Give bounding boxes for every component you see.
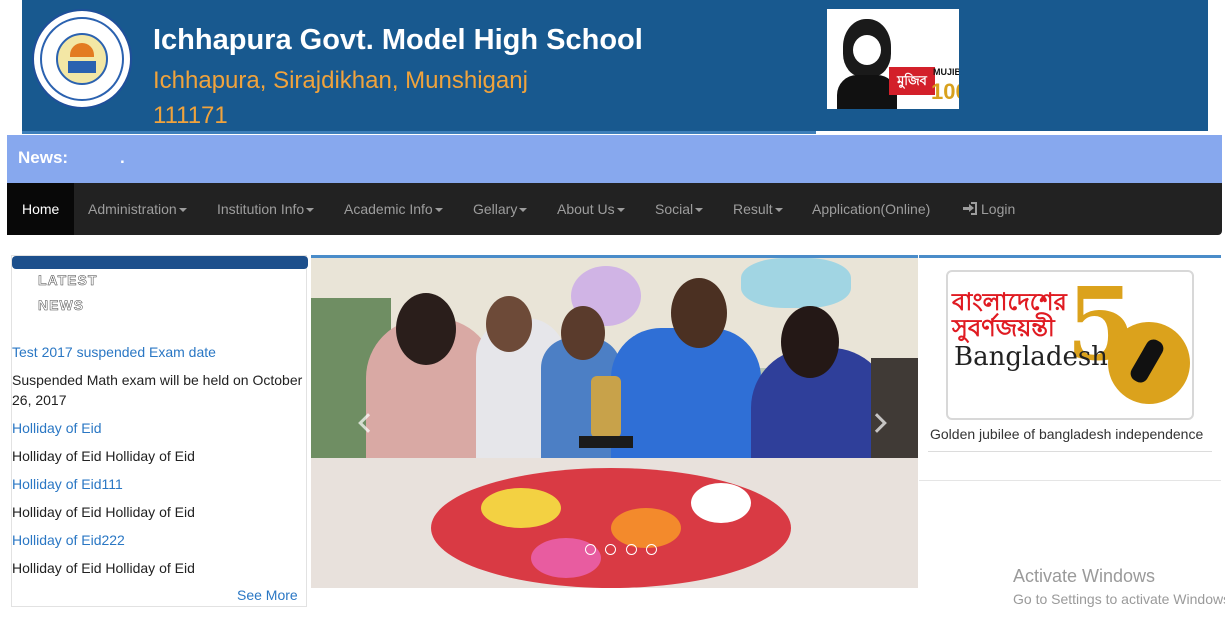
news-item-description: Suspended Math exam will be held on Octo… [12, 372, 303, 408]
nav-login-label: Login [981, 201, 1016, 217]
mujib-100-badge: মুজিব MUJIB 100 [827, 9, 959, 109]
photo-person-head [671, 278, 727, 348]
school-logo[interactable] [32, 9, 132, 109]
photo-flowers [481, 488, 561, 528]
photo-person-head [486, 296, 532, 352]
news-ticker-bar: News: . [7, 135, 1222, 183]
nav-application-online-label: Application(Online) [812, 201, 931, 217]
chevron-down-icon [616, 208, 625, 213]
news-item-description: Holliday of Eid Holliday of Eid [12, 448, 195, 464]
nav-result[interactable]: Result [733, 183, 783, 235]
chevron-down-icon [695, 208, 704, 213]
news-ticker-text[interactable]: . [120, 148, 125, 168]
nav-gellary[interactable]: Gellary [473, 183, 528, 235]
nav-application-online[interactable]: Application(Online) [812, 183, 930, 235]
news-item-title[interactable]: Test 2017 suspended Exam date [12, 342, 308, 362]
logo-sun-icon [70, 43, 94, 57]
nav-administration[interactable]: Administration [88, 183, 187, 235]
portrait-highlight [853, 35, 881, 65]
nav-administration-label: Administration [88, 201, 177, 217]
jubilee-bangla-text: বাংলাদেশের সুবর্ণজয়ন্তী [952, 290, 1067, 342]
nav-gellary-label: Gellary [473, 201, 518, 217]
nav-academic-info[interactable]: Academic Info [344, 183, 443, 235]
nav-social-label: Social [655, 201, 694, 217]
news-item-title[interactable]: Holliday of Eid [12, 418, 308, 438]
mujib-bangla-label: মুজিব [889, 67, 935, 95]
photo-balloons [741, 258, 851, 308]
chevron-down-icon [519, 208, 528, 213]
photo-person-head [396, 293, 456, 365]
jubilee-bangla-line2: সুবর্ণজয়ন্তী [952, 315, 1055, 342]
nav-home-label: Home [22, 201, 60, 217]
carousel-dot[interactable] [646, 544, 658, 555]
photo-trophy-base [579, 436, 633, 448]
jubilee-divider [928, 451, 1212, 452]
news-item-title[interactable]: Holliday of Eid222 [12, 530, 308, 550]
photo-person-head [781, 306, 839, 378]
activate-windows-subtitle: Go to Settings to activate Windows. [1013, 591, 1225, 607]
mujib-number: 100 [931, 79, 959, 104]
news-item-description: Holliday of Eid Holliday of Eid [12, 560, 195, 576]
nav-result-label: Result [733, 201, 773, 217]
carousel-indicators [585, 542, 662, 555]
nav-about-us[interactable]: About Us [557, 183, 625, 235]
jubilee-caption: Golden jubilee of bangladesh independenc… [930, 426, 1204, 442]
carousel-dot[interactable] [625, 544, 637, 555]
jubilee-panel: 5 বাংলাদেশের সুবর্ণজয়ন্তী Bangladesh Gol… [919, 255, 1221, 481]
school-address: Ichhapura, Sirajdikhan, Munshiganj [153, 67, 528, 94]
school-eiin: 111171 [153, 102, 228, 129]
photo-trophy [591, 376, 621, 438]
golden-jubilee-image[interactable]: 5 বাংলাদেশের সুবর্ণজয়ন্তী Bangladesh [946, 270, 1194, 420]
login-icon [963, 202, 977, 215]
chevron-down-icon [306, 208, 315, 213]
photo-flowers [691, 483, 751, 523]
latest-news-list: Test 2017 suspended Exam date Suspended … [12, 342, 308, 586]
right-panel-bottom-border [919, 480, 1221, 481]
see-more-link[interactable]: See More [237, 587, 298, 603]
nav-about-us-label: About Us [557, 201, 615, 217]
activate-windows-title: Activate Windows [1013, 566, 1156, 586]
nav-social[interactable]: Social [655, 183, 704, 235]
latest-news-title: LATEST NEWS [38, 272, 98, 314]
mujib-label: MUJIB [933, 67, 959, 77]
nav-institution-info[interactable]: Institution Info [217, 183, 315, 235]
latest-news-panel: LATEST NEWS Test 2017 suspended Exam dat… [11, 255, 308, 607]
nav-login[interactable]: Login [963, 183, 1015, 235]
logo-book-icon [68, 61, 96, 73]
nav-institution-info-label: Institution Info [217, 201, 305, 217]
photo-person-head [561, 306, 605, 360]
header-divider [816, 131, 1208, 133]
main-navbar: Home Administration Institution Info Aca… [7, 183, 1222, 235]
news-item-description: Holliday of Eid Holliday of Eid [12, 504, 195, 520]
logo-emblem [56, 33, 108, 85]
header-underline [22, 131, 816, 134]
chevron-down-icon [434, 208, 443, 213]
news-item-title[interactable]: Holliday of Eid111 [12, 474, 308, 494]
photo-carousel[interactable] [311, 258, 918, 588]
nav-academic-info-label: Academic Info [344, 201, 433, 217]
chevron-down-icon [178, 208, 187, 213]
jubilee-word: Bangladesh [954, 342, 1108, 372]
carousel-dot[interactable] [585, 544, 596, 555]
chevron-down-icon [774, 208, 783, 213]
carousel-dot[interactable] [605, 544, 617, 555]
news-label: News: [18, 148, 69, 167]
jubilee-bangla-line1: বাংলাদেশের [952, 289, 1067, 316]
nav-home[interactable]: Home [7, 183, 75, 235]
school-name: Ichhapura Govt. Model High School [153, 24, 643, 56]
portrait-shoulders [837, 75, 897, 109]
